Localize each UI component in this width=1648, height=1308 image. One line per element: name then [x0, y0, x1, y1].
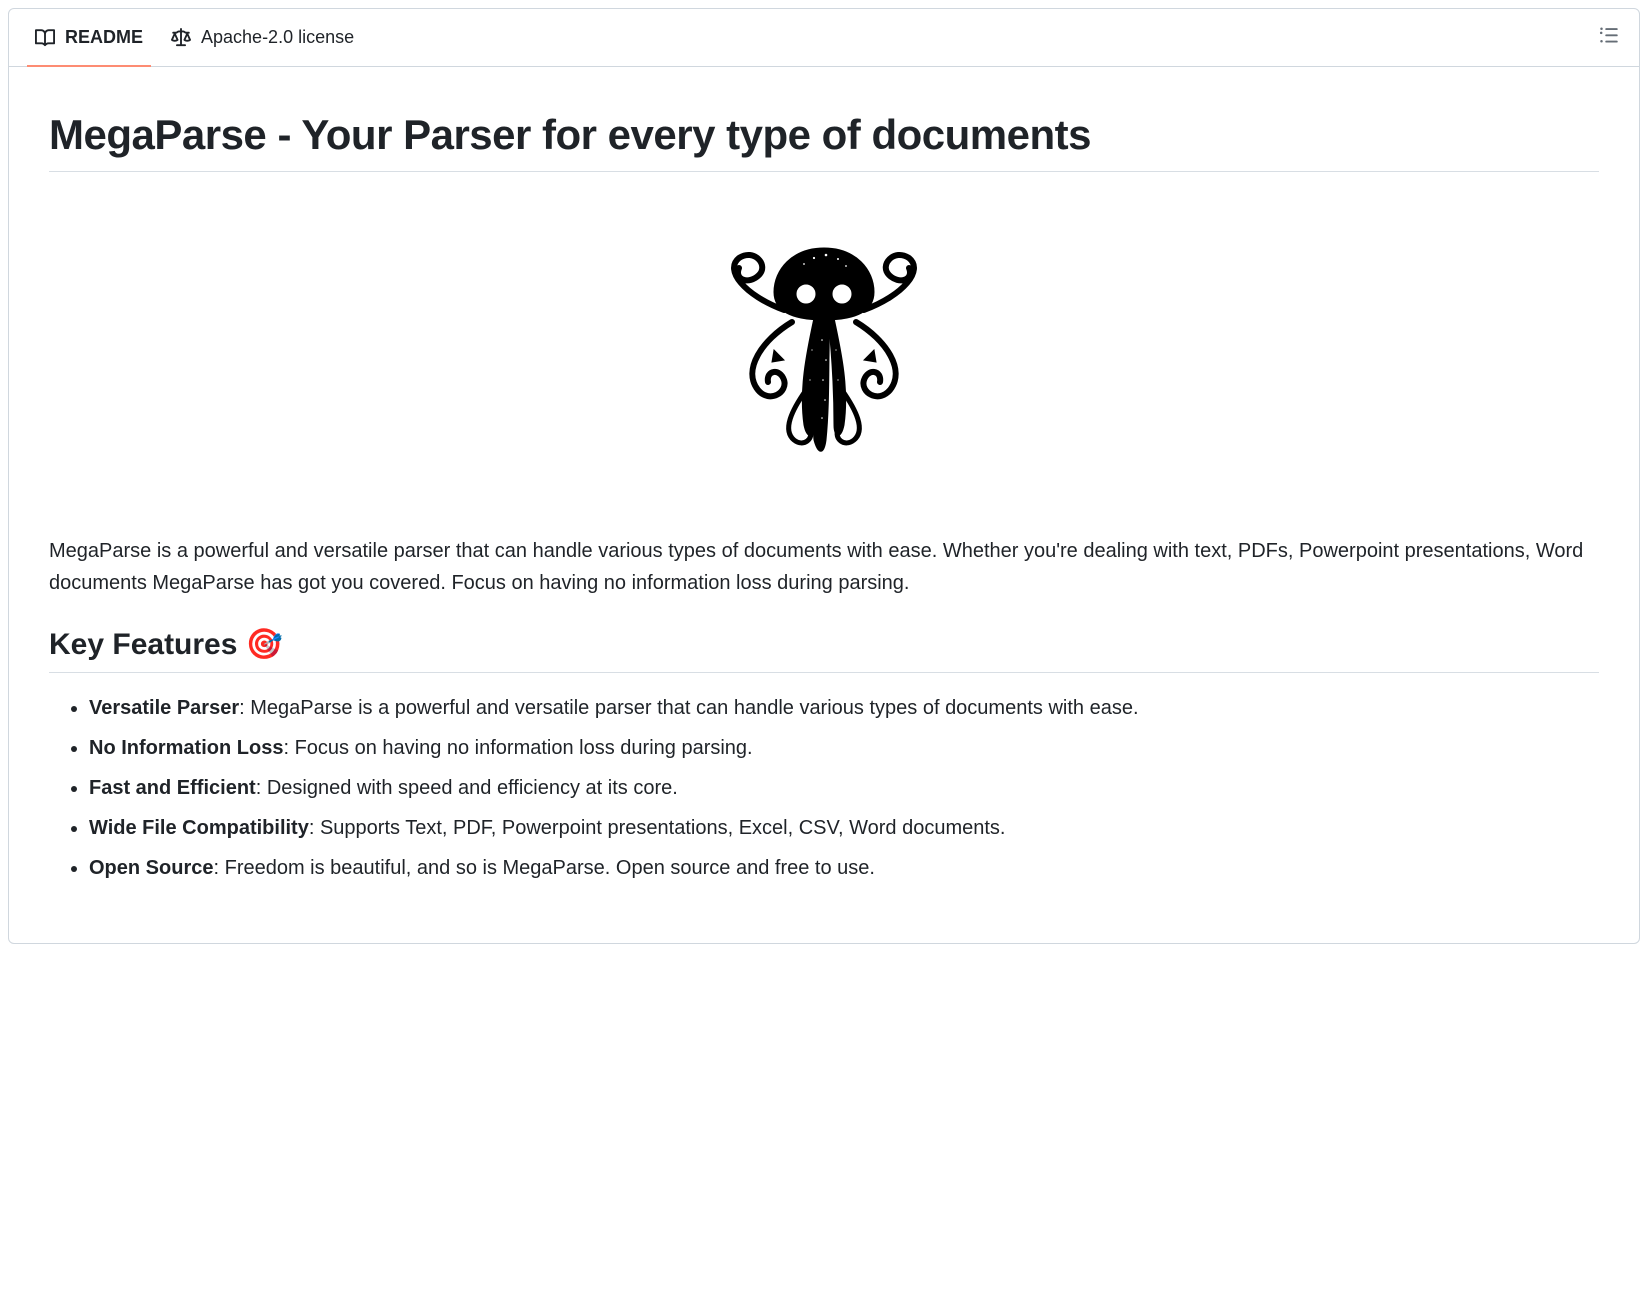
list-item: Fast and Efficient: Designed with speed … — [89, 773, 1599, 803]
book-icon — [35, 28, 55, 48]
outline-button[interactable] — [1591, 20, 1627, 56]
tab-license[interactable]: Apache-2.0 license — [157, 9, 368, 66]
tab-readme[interactable]: README — [21, 9, 157, 66]
tab-license-label: Apache-2.0 license — [201, 27, 354, 48]
list-item: Versatile Parser: MegaParse is a powerfu… — [89, 693, 1599, 723]
list-item: No Information Loss: Focus on having no … — [89, 733, 1599, 763]
readme-tabs: README Apache-2.0 license — [9, 9, 1639, 67]
list-unordered-icon — [1599, 25, 1619, 50]
feature-list: Versatile Parser: MegaParse is a powerfu… — [49, 693, 1599, 883]
readme-content: MegaParse - Your Parser for every type o… — [9, 67, 1639, 943]
tab-readme-label: README — [65, 27, 143, 48]
page-title: MegaParse - Your Parser for every type o… — [49, 111, 1599, 172]
law-icon — [171, 28, 191, 48]
project-logo — [49, 180, 1599, 535]
octopus-icon — [714, 457, 934, 474]
list-item: Open Source: Freedom is beautiful, and s… — [89, 853, 1599, 883]
intro-paragraph: MegaParse is a powerful and versatile pa… — [49, 535, 1599, 599]
readme-panel: README Apache-2.0 license MegaParse - Yo… — [8, 8, 1640, 944]
list-item: Wide File Compatibility: Supports Text, … — [89, 813, 1599, 843]
section-key-features: Key Features 🎯 — [49, 627, 1599, 673]
